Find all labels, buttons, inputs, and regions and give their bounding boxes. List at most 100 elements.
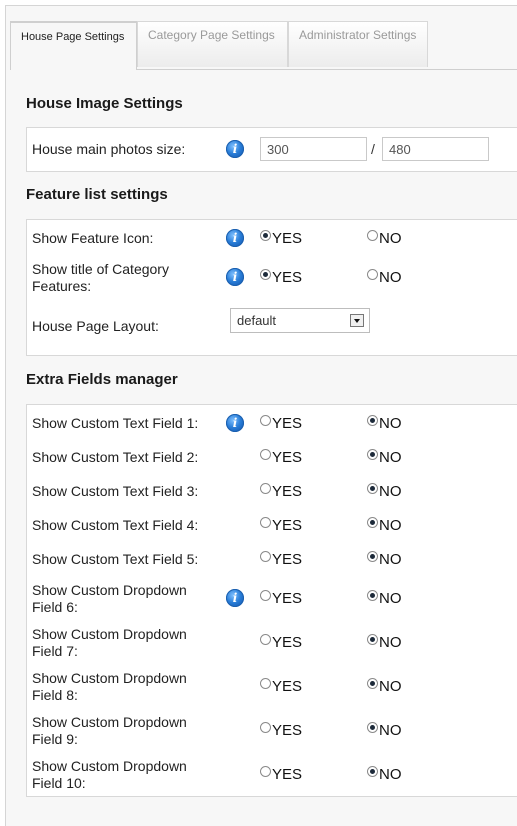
info-icon[interactable]: i: [226, 229, 244, 247]
custom-field-5-no-radio[interactable]: NO: [367, 551, 402, 568]
custom-field-7-no-radio[interactable]: NO: [367, 634, 402, 651]
radio-button[interactable]: [367, 634, 378, 645]
custom-field-9-yes-radio[interactable]: YES: [260, 722, 302, 739]
yes-label: YES: [272, 517, 303, 534]
custom-field-10-no-radio[interactable]: NO: [367, 766, 402, 783]
no-label: NO: [379, 678, 402, 695]
radio-button[interactable]: [367, 269, 378, 280]
custom-field-5-label: Show Custom Text Field 5:: [32, 551, 199, 567]
no-label: NO: [379, 415, 402, 432]
radio-button[interactable]: [260, 766, 271, 777]
chevron-down-icon[interactable]: [350, 314, 364, 327]
no-label: NO: [379, 590, 402, 607]
radio-button[interactable]: [260, 269, 271, 280]
show-category-title-yes-radio[interactable]: YES: [260, 269, 302, 286]
radio-button[interactable]: [260, 722, 271, 733]
custom-field-4-yes-radio[interactable]: YES: [260, 517, 302, 534]
no-label: NO: [379, 269, 402, 286]
extra-fields-group: Show Custom Text Field 1: i YES NO Show …: [26, 404, 517, 797]
tab-house-page-settings[interactable]: House Page Settings: [10, 21, 137, 70]
photo-size-label: House main photos size:: [32, 141, 186, 157]
custom-field-8-no-radio[interactable]: NO: [367, 678, 402, 695]
yes-label: YES: [272, 483, 303, 500]
no-label: NO: [379, 483, 402, 500]
tab-bar: House Page Settings Category Page Settin…: [10, 21, 517, 70]
radio-button[interactable]: [260, 678, 271, 689]
radio-button[interactable]: [260, 415, 271, 426]
custom-field-2-yes-radio[interactable]: YES: [260, 449, 302, 466]
radio-button[interactable]: [367, 415, 378, 426]
yes-label: YES: [272, 269, 303, 286]
section-title-house-image: House Image Settings: [26, 95, 183, 112]
photo-height-input[interactable]: 480: [382, 137, 489, 161]
custom-field-7-yes-radio[interactable]: YES: [260, 634, 302, 651]
radio-button[interactable]: [367, 678, 378, 689]
custom-field-5-yes-radio[interactable]: YES: [260, 551, 302, 568]
info-icon[interactable]: i: [226, 589, 244, 607]
radio-button[interactable]: [260, 634, 271, 645]
custom-field-2-no-radio[interactable]: NO: [367, 449, 402, 466]
info-icon[interactable]: i: [226, 268, 244, 286]
section-title-extra-fields: Extra Fields manager: [26, 371, 178, 388]
house-page-layout-select[interactable]: default: [230, 308, 370, 333]
show-category-title-no-radio[interactable]: NO: [367, 269, 402, 286]
custom-field-3-no-radio[interactable]: NO: [367, 483, 402, 500]
tab-category-page-settings[interactable]: Category Page Settings: [137, 21, 288, 67]
size-separator: /: [371, 141, 375, 157]
custom-field-1-no-radio[interactable]: NO: [367, 415, 402, 432]
radio-button[interactable]: [367, 590, 378, 601]
custom-field-8-yes-radio[interactable]: YES: [260, 678, 302, 695]
no-label: NO: [379, 517, 402, 534]
yes-label: YES: [272, 678, 303, 695]
custom-field-6-yes-radio[interactable]: YES: [260, 590, 302, 607]
radio-button[interactable]: [260, 449, 271, 460]
custom-field-4-no-radio[interactable]: NO: [367, 517, 402, 534]
yes-label: YES: [272, 551, 303, 568]
photo-width-input[interactable]: 300: [260, 137, 367, 161]
house-page-layout-label: House Page Layout:: [32, 318, 159, 334]
no-label: NO: [379, 634, 402, 651]
custom-field-8-label: Show Custom Dropdown Field 8:: [32, 670, 187, 703]
radio-button[interactable]: [367, 517, 378, 528]
house-image-group: House main photos size: i 300 / 480: [26, 127, 517, 172]
custom-field-2-label: Show Custom Text Field 2:: [32, 449, 199, 465]
radio-button[interactable]: [367, 766, 378, 777]
custom-field-4-label: Show Custom Text Field 4:: [32, 517, 199, 533]
info-icon[interactable]: i: [226, 140, 244, 158]
yes-label: YES: [272, 590, 303, 607]
show-feature-icon-yes-radio[interactable]: YES: [260, 230, 302, 247]
custom-field-1-yes-radio[interactable]: YES: [260, 415, 302, 432]
show-feature-icon-no-radio[interactable]: NO: [367, 230, 402, 247]
yes-label: YES: [272, 449, 303, 466]
layout-select-value: default: [237, 313, 277, 328]
radio-button[interactable]: [367, 230, 378, 241]
yes-label: YES: [272, 415, 303, 432]
radio-button[interactable]: [367, 551, 378, 562]
custom-field-7-label: Show Custom Dropdown Field 7:: [32, 626, 187, 659]
tab-administrator-settings[interactable]: Administrator Settings: [288, 21, 428, 67]
yes-label: YES: [272, 766, 303, 783]
radio-button[interactable]: [260, 517, 271, 528]
radio-button[interactable]: [260, 230, 271, 241]
radio-button[interactable]: [367, 483, 378, 494]
custom-field-10-yes-radio[interactable]: YES: [260, 766, 302, 783]
custom-field-3-yes-radio[interactable]: YES: [260, 483, 302, 500]
custom-field-3-label: Show Custom Text Field 3:: [32, 483, 199, 499]
custom-field-9-no-radio[interactable]: NO: [367, 722, 402, 739]
radio-button[interactable]: [260, 551, 271, 562]
no-label: NO: [379, 449, 402, 466]
radio-button[interactable]: [260, 483, 271, 494]
yes-label: YES: [272, 634, 303, 651]
no-label: NO: [379, 551, 402, 568]
custom-field-10-label: Show Custom Dropdown Field 10:: [32, 758, 187, 791]
info-icon[interactable]: i: [226, 414, 244, 432]
custom-field-6-label: Show Custom Dropdown Field 6:: [32, 582, 187, 615]
custom-field-1-label: Show Custom Text Field 1:: [32, 415, 199, 431]
section-title-feature-list: Feature list settings: [26, 186, 168, 203]
no-label: NO: [379, 722, 402, 739]
show-category-features-title-label: Show title of Category Features:: [32, 261, 169, 294]
radio-button[interactable]: [367, 722, 378, 733]
custom-field-6-no-radio[interactable]: NO: [367, 590, 402, 607]
radio-button[interactable]: [260, 590, 271, 601]
radio-button[interactable]: [367, 449, 378, 460]
